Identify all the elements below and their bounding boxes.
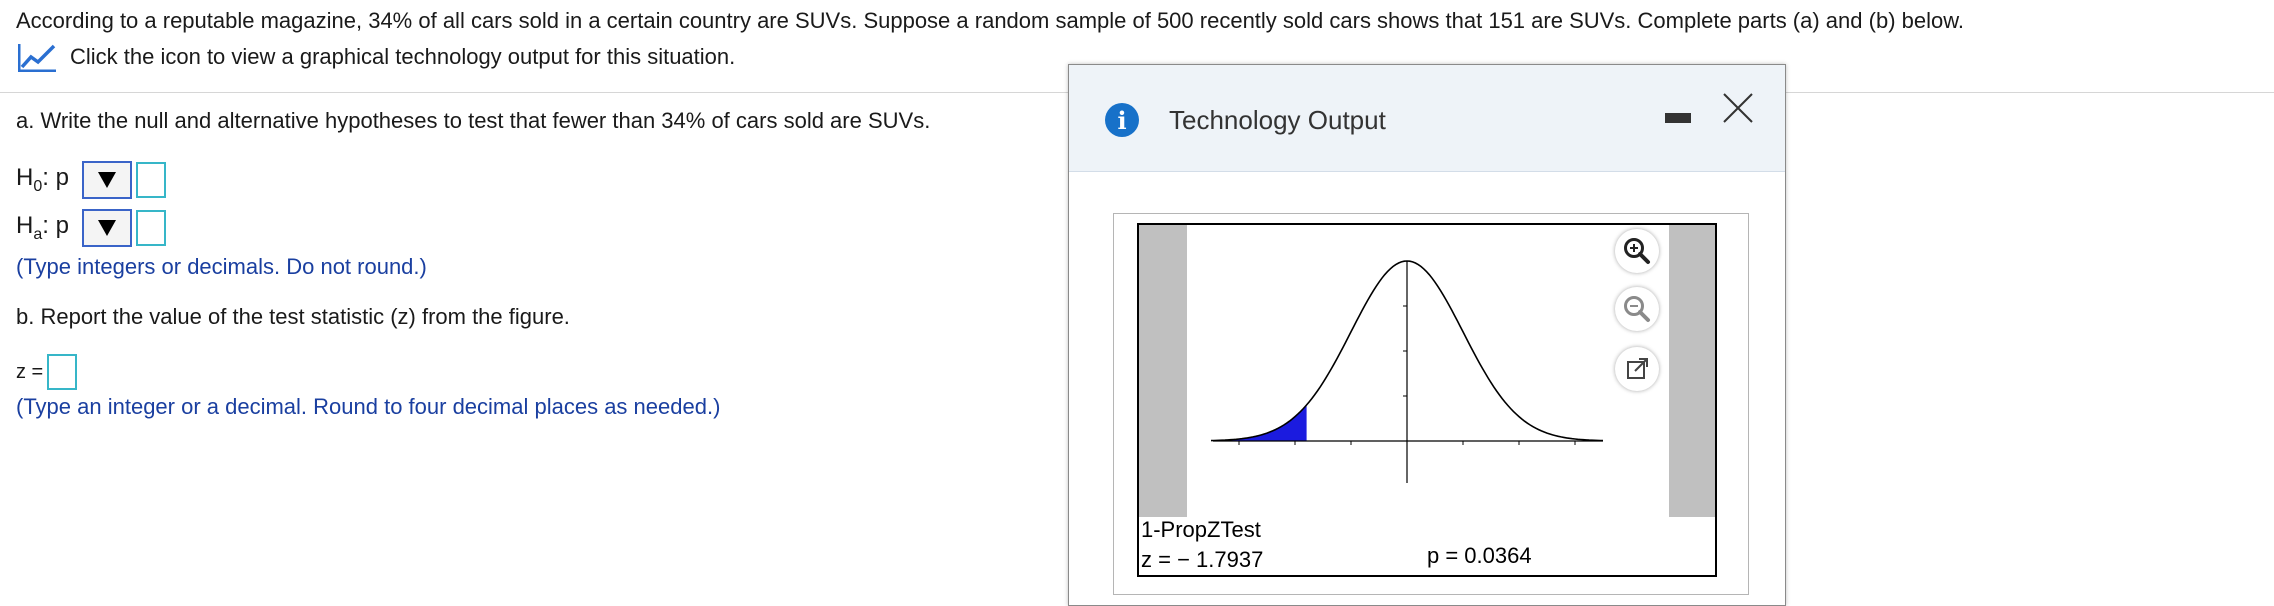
part-b-text: b. Report the value of the test statisti… (16, 304, 570, 329)
calculator-screen: 1-PropZTest z = − 1.7937 p = 0.0364 (1137, 223, 1717, 577)
ha-operator-dropdown[interactable] (82, 209, 132, 247)
dropdown-arrow-icon (98, 172, 116, 188)
external-link-icon (1627, 358, 1648, 379)
zoom-in-icon (1624, 238, 1650, 264)
part-a-text: a. Write the null and alternative hypoth… (16, 108, 931, 133)
h0-value-input[interactable] (136, 162, 166, 198)
z-label: z = (16, 360, 44, 383)
question-prompt: According to a reputable magazine, 34% o… (16, 8, 1965, 33)
z-value-input[interactable] (47, 354, 78, 390)
popout-button[interactable] (1615, 347, 1659, 391)
graph-icon-link[interactable]: Click the icon to view a graphical techn… (16, 40, 735, 74)
dropdown-arrow-icon (98, 220, 116, 236)
zoom-out-button[interactable] (1615, 287, 1659, 331)
zoom-in-button[interactable] (1615, 229, 1659, 273)
ha-label: Ha: p (16, 212, 69, 243)
null-hypothesis-row: H0: p (16, 160, 166, 200)
close-icon[interactable] (1721, 91, 1755, 125)
z-answer-row: z = (16, 354, 78, 390)
zoom-out-icon (1624, 296, 1650, 322)
p-value: p = 0.0364 (1427, 543, 1532, 568)
h0-operator-dropdown[interactable] (82, 161, 132, 199)
panel-title: Technology Output (1169, 105, 1386, 135)
line-chart-icon[interactable] (16, 40, 60, 74)
z-statistic: z = − 1.7937 (1141, 547, 1264, 572)
ha-value-input[interactable] (136, 210, 166, 246)
part-b-note: (Type an integer or a decimal. Round to … (16, 394, 721, 419)
technology-output-panel: i Technology Output 1-PropZTest z = − 1.… (1068, 64, 1786, 606)
alt-hypothesis-row: Ha: p (16, 208, 166, 248)
icon-instruction: Click the icon to view a graphical techn… (70, 44, 736, 69)
info-icon: i (1105, 103, 1139, 137)
test-name: 1-PropZTest (1141, 517, 1261, 542)
h0-label: H0: p (16, 164, 69, 195)
minimize-button[interactable] (1665, 113, 1691, 123)
panel-header: i Technology Output (1069, 65, 1785, 172)
part-a-note: (Type integers or decimals. Do not round… (16, 254, 427, 279)
